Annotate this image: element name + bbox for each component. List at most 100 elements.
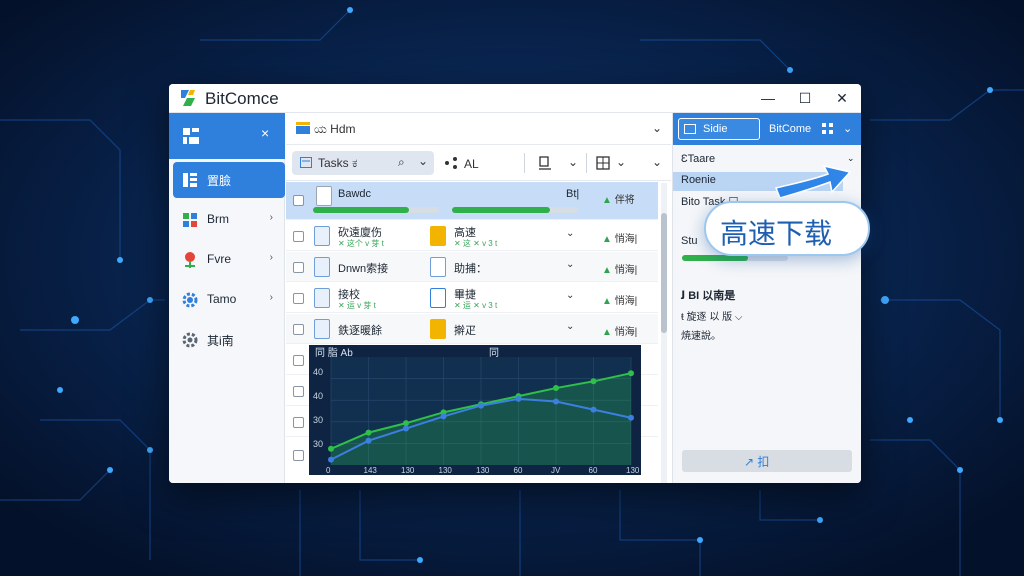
- row-checkbox[interactable]: [293, 262, 304, 273]
- y-tick-label: 30: [313, 415, 323, 425]
- sidebar-item-settings[interactable]: 其i南: [173, 322, 285, 358]
- grid-icon[interactable]: [821, 122, 834, 135]
- task-name-secondary: 擀疋: [454, 325, 476, 337]
- row-checkbox[interactable]: [293, 386, 304, 397]
- chart-title-right: 同: [489, 347, 499, 359]
- breadcrumb[interactable]: ಯ Hdm: [314, 122, 356, 137]
- pin-icon: [185, 252, 195, 268]
- x-axis-ticks: 0 143 130 130 130 60 JV 60 130: [326, 466, 640, 475]
- chevron-down-icon[interactable]: ⌄: [616, 155, 626, 169]
- panel-action-button[interactable]: ↗ 扣: [682, 450, 852, 472]
- x-tick-label: 130: [476, 466, 490, 475]
- sidebar-item-brm[interactable]: Brm ›: [173, 202, 285, 238]
- data-point: [403, 425, 409, 432]
- chevron-down-icon[interactable]: ⌄: [652, 121, 662, 135]
- panel-line: Stu: [681, 235, 698, 247]
- chevron-down-icon[interactable]: ⌄: [843, 122, 852, 135]
- panel-action-label: ↗ 扣: [744, 455, 770, 469]
- data-point: [515, 395, 522, 402]
- chevron-down-icon[interactable]: ⌄: [418, 154, 428, 168]
- file-icon: [316, 186, 332, 206]
- table-row[interactable]: Bawdc Bt| ▲ 伴将: [286, 182, 658, 220]
- task-name: Bawdc: [338, 188, 372, 200]
- sidebar-item-label: Brm: [207, 212, 229, 226]
- row-checkbox[interactable]: [293, 231, 304, 242]
- sidebar-header: ×: [169, 113, 285, 159]
- top-toolbar: ಯ Hdm ⌄: [286, 113, 671, 145]
- x-tick-label: 143: [364, 466, 378, 475]
- scrollbar[interactable]: [659, 183, 669, 483]
- expand-chevron-icon[interactable]: ⌄: [566, 228, 574, 239]
- task-status: ▲ 悄海|: [602, 327, 638, 338]
- data-point: [553, 385, 559, 392]
- search-icon[interactable]: ⌕: [398, 155, 405, 170]
- y-tick-label: 40: [313, 367, 323, 377]
- grid-icon: [183, 213, 197, 227]
- row-checkbox[interactable]: [293, 355, 304, 366]
- section-line: ŧ 旋逐 以 版 ⌵: [681, 312, 743, 323]
- minimize-button[interactable]: —: [755, 87, 781, 109]
- file-icon: [430, 288, 446, 308]
- table-row[interactable]: 鉄逐暖餘 擀疋 ⌄ ▲ 悄海|: [286, 314, 658, 344]
- x-tick-label: 130: [439, 466, 453, 475]
- task-name: 鉄逐暖餘: [338, 325, 382, 337]
- file-icon: [430, 257, 446, 277]
- task-status: ▲ 悄海|: [602, 265, 638, 276]
- task-meta-secondary: ✕ 这 ✕ v 3 t: [454, 239, 498, 248]
- app-logo-icon: [181, 90, 195, 106]
- data-point: [403, 420, 409, 427]
- filter-toolbar: Tasks ಕ ⌕ ⌄ AL ⌄ ⌄ ⌄: [286, 145, 671, 181]
- badge-text: 高速下载: [720, 217, 833, 250]
- x-tick-label: 0: [326, 466, 331, 475]
- expand-chevron-icon[interactable]: ⌄: [566, 259, 574, 270]
- panel-line: Roenie: [681, 174, 716, 186]
- data-point: [590, 378, 597, 385]
- file-icon: [314, 257, 330, 277]
- bitcomet-tab[interactable]: BitCome: [769, 123, 811, 135]
- task-name-secondary: 助捕：: [454, 263, 487, 275]
- section-title: ﻟ BI 以南是: [681, 290, 736, 302]
- data-point: [328, 445, 334, 452]
- task-meta: ✕ 运 v 芽 t: [338, 301, 376, 310]
- sidebar-item-label: 置臉: [207, 174, 232, 188]
- filter-icon[interactable]: [538, 156, 552, 170]
- data-point: [478, 402, 484, 409]
- chevron-right-icon: ›: [269, 292, 273, 303]
- chevron-down-icon[interactable]: ⌄: [568, 155, 578, 169]
- close-button[interactable]: ✕: [829, 87, 855, 109]
- y-tick-label: 30: [313, 439, 323, 449]
- table-row[interactable]: 砍遠廈伤 ✕ 这个 v 芽 t 高速 ✕ 这 ✕ v 3 t ⌄ ▲ 悄海|: [286, 221, 658, 251]
- data-point: [628, 370, 634, 377]
- app-window: BitComce — ☐ ✕ × 置臉 Brm › Fvre › Tamo › …: [169, 84, 861, 483]
- high-speed-badge: 高速下载: [704, 201, 870, 256]
- sidebar-item-tasks[interactable]: 置臉: [173, 162, 285, 198]
- sidebar-item-fvre[interactable]: Fvre ›: [173, 242, 285, 278]
- section-line: 焼速說。: [681, 331, 721, 342]
- task-extra: Bt|: [566, 188, 580, 200]
- all-filter[interactable]: AL: [464, 157, 479, 171]
- progress-bar: [452, 207, 550, 213]
- columns-icon[interactable]: [596, 156, 610, 170]
- tasks-icon: [300, 157, 312, 168]
- sidebar: × 置臉 Brm › Fvre › Tamo › 其i南: [169, 113, 285, 483]
- table-row[interactable]: 接校 ✕ 运 v 芽 t 畢捷 ✕ 运 ✕ v 3 t ⌄ ▲ 悄海|: [286, 283, 658, 313]
- data-point: [628, 414, 634, 421]
- row-checkbox[interactable]: [293, 417, 304, 428]
- panel-icon: [684, 124, 696, 134]
- archive-icon: [430, 226, 446, 246]
- row-checkbox[interactable]: [293, 195, 304, 206]
- details-tab[interactable]: Sidie: [678, 118, 760, 140]
- table-row[interactable]: Dnwn索接 助捕： ⌄ ▲ 悄海|: [286, 252, 658, 282]
- sidebar-close-icon[interactable]: ×: [261, 125, 269, 141]
- data-point: [365, 429, 372, 436]
- chevron-down-icon[interactable]: ⌄: [652, 155, 662, 169]
- sidebar-item-tamo[interactable]: Tamo ›: [173, 282, 285, 318]
- expand-chevron-icon[interactable]: ⌄: [566, 321, 574, 332]
- maximize-button[interactable]: ☐: [792, 87, 818, 109]
- expand-chevron-icon[interactable]: ⌄: [566, 290, 574, 301]
- details-header: Sidie BitCome ⌄: [673, 113, 861, 145]
- row-checkbox[interactable]: [293, 450, 304, 461]
- row-checkbox[interactable]: [293, 324, 304, 335]
- row-checkbox[interactable]: [293, 293, 304, 304]
- tasks-filter-button[interactable]: Tasks ಕ ⌕ ⌄: [292, 151, 434, 175]
